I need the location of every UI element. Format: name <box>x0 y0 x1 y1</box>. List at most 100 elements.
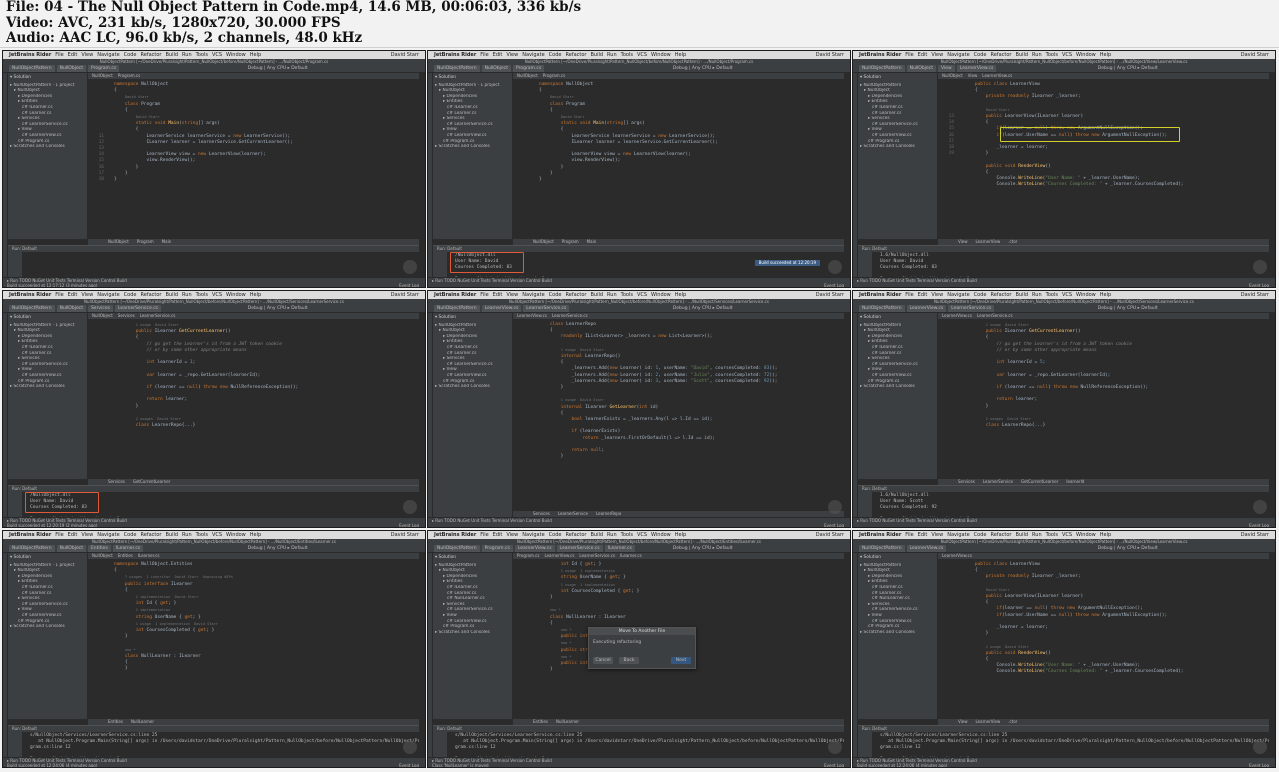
code-area[interactable]: 1 usage David Starr public ILearner GetC… <box>938 319 1269 429</box>
event-log-button[interactable]: Event Log <box>824 763 844 767</box>
menu-item-view[interactable]: View <box>931 52 943 58</box>
breadcrumb-tab[interactable]: Services <box>87 305 113 312</box>
breadcrumb-tab[interactable]: NullObject <box>906 65 936 72</box>
menu-item-navigate[interactable]: Navigate <box>947 292 969 298</box>
breadcrumb-tab[interactable]: Entities <box>87 545 111 552</box>
menu-item-run[interactable]: Run <box>607 52 617 58</box>
menu-item-view[interactable]: View <box>81 532 93 538</box>
breadcrumb-item[interactable]: NullLearner <box>556 719 579 724</box>
breadcrumb-tab[interactable]: View <box>937 65 955 72</box>
menu-item-code[interactable]: Code <box>549 52 562 58</box>
event-log-button[interactable]: Event Log <box>399 763 419 767</box>
menu-item-code[interactable]: Code <box>124 292 137 298</box>
menu-item-run[interactable]: Run <box>182 292 192 298</box>
menu-item-tools[interactable]: Tools <box>621 532 633 538</box>
menu-item-vcs[interactable]: VCS <box>637 52 647 58</box>
menu-item-file[interactable]: File <box>55 532 63 538</box>
menu-item-refactor[interactable]: Refactor <box>565 52 586 58</box>
editor-tab[interactable]: LearnerView.cs <box>982 73 1012 78</box>
tree-node[interactable]: ▸ Scratches and Consoles <box>10 144 85 150</box>
breadcrumb-item[interactable]: Program <box>137 239 154 244</box>
menu-item-tools[interactable]: Tools <box>621 52 633 58</box>
editor-tab[interactable]: Program.cs <box>517 553 539 558</box>
editor-tab[interactable]: ILearner.cs <box>138 553 160 558</box>
solution-header[interactable]: ▾ Solution <box>435 315 510 321</box>
breadcrumb-item[interactable]: Services <box>533 511 550 516</box>
tool-window-buttons[interactable]: ▸ Run TODO NuGet Unit Tests Terminal Ver… <box>432 278 850 283</box>
menu-item-navigate[interactable]: Navigate <box>947 532 969 538</box>
menu-item-build[interactable]: Build <box>590 532 603 538</box>
menu-item-view[interactable]: View <box>506 52 518 58</box>
menu-item-run[interactable]: Run <box>182 532 192 538</box>
run-configuration[interactable]: Debug | Any CPU ▸ Default <box>1098 545 1158 552</box>
menu-item-refactor[interactable]: Refactor <box>140 292 161 298</box>
editor-tab[interactable]: LearnerService.cs <box>552 313 588 318</box>
menu-item-window[interactable]: Window <box>226 52 246 58</box>
breadcrumb-item[interactable]: GetCurrentLearner <box>133 479 170 484</box>
breadcrumb-tab[interactable]: LearnerView.cs <box>514 545 555 552</box>
menu-item-navigate[interactable]: Navigate <box>522 52 544 58</box>
menu-item-tools[interactable]: Tools <box>1046 532 1058 538</box>
menu-item-view[interactable]: View <box>506 532 518 538</box>
menu-item-run[interactable]: Run <box>182 52 192 58</box>
menu-item-vcs[interactable]: VCS <box>637 292 647 298</box>
tool-window-buttons[interactable]: ▸ Run TODO NuGet Unit Tests Terminal Ver… <box>432 518 850 523</box>
next-button[interactable]: Next <box>671 657 691 664</box>
menu-item-window[interactable]: Window <box>651 532 671 538</box>
breadcrumb-tab[interactable]: NullObjectPattern <box>434 305 480 312</box>
breadcrumb-item[interactable]: .ctor <box>1008 239 1017 244</box>
breadcrumb-tab[interactable]: LearnerService.cs <box>948 305 995 312</box>
menu-item-build[interactable]: Build <box>1015 532 1028 538</box>
event-log-button[interactable]: Event Log <box>399 523 419 527</box>
event-log-button[interactable]: Event Log <box>399 283 419 287</box>
menu-item-tools[interactable]: Tools <box>1046 52 1058 58</box>
menu-item-build[interactable]: Build <box>165 292 178 298</box>
tree-node[interactable]: ▸ Scratches and Consoles <box>435 144 510 150</box>
breadcrumb-tab[interactable]: NullObjectPattern <box>434 65 480 72</box>
tree-node[interactable]: ▸ Scratches and Consoles <box>435 384 510 390</box>
menu-item-build[interactable]: Build <box>1015 292 1028 298</box>
code-area[interactable]: 1 usage David Starr public ILearner GetC… <box>88 319 419 429</box>
menu-item-code[interactable]: Code <box>124 532 137 538</box>
editor-tab[interactable]: LearnerView.cs <box>942 553 972 558</box>
breadcrumb-item[interactable]: GetCurrentLearner <box>1021 479 1058 484</box>
breadcrumb-tab[interactable]: NullObjectPattern <box>9 305 55 312</box>
breadcrumb-tab[interactable]: LearnerView.cs <box>906 545 947 552</box>
editor-tab[interactable]: LearnerView.cs <box>517 313 547 318</box>
menu-item-tools[interactable]: Tools <box>196 292 208 298</box>
breadcrumb-tab[interactable]: NullObject <box>481 65 511 72</box>
menu-item-code[interactable]: Code <box>124 52 137 58</box>
menu-item-code[interactable]: Code <box>974 532 987 538</box>
breadcrumb-tab[interactable]: Program.cs <box>512 65 545 72</box>
menu-item-view[interactable]: View <box>506 292 518 298</box>
menu-item-code[interactable]: Code <box>974 52 987 58</box>
breadcrumb-item[interactable]: Program <box>562 239 579 244</box>
event-log-button[interactable]: Event Log <box>1249 523 1269 527</box>
menu-item-vcs[interactable]: VCS <box>212 52 222 58</box>
menu-item-window[interactable]: Window <box>226 292 246 298</box>
breadcrumb-item[interactable]: Main <box>587 239 597 244</box>
breadcrumb-tab[interactable]: ILearner.cs <box>112 545 144 552</box>
run-configuration[interactable]: Debug | Any CPU ▸ Default <box>673 305 733 312</box>
breadcrumb-tab[interactable]: NullObjectPattern <box>9 65 55 72</box>
breadcrumb-item[interactable]: Services <box>108 479 125 484</box>
menu-item-help[interactable]: Help <box>250 292 261 298</box>
run-configuration[interactable]: Debug | Any CPU ▸ Default <box>248 545 308 552</box>
breadcrumb-item[interactable]: Services <box>958 479 975 484</box>
menu-item-edit[interactable]: Edit <box>68 532 78 538</box>
menu-item-view[interactable]: View <box>931 292 943 298</box>
menu-item-window[interactable]: Window <box>1076 292 1096 298</box>
menu-item-tools[interactable]: Tools <box>621 292 633 298</box>
menu-item-file[interactable]: File <box>480 532 488 538</box>
menu-item-code[interactable]: Code <box>549 532 562 538</box>
breadcrumb-tab[interactable]: LearnerView.cs <box>481 305 522 312</box>
solution-header[interactable]: ▾ Solution <box>860 315 935 321</box>
breadcrumb-item[interactable]: LearnerService <box>558 511 588 516</box>
menu-item-navigate[interactable]: Navigate <box>522 532 544 538</box>
menu-item-refactor[interactable]: Refactor <box>565 532 586 538</box>
menu-item-navigate[interactable]: Navigate <box>97 52 119 58</box>
run-configuration[interactable]: Debug | Any CPU ▸ Default <box>248 65 308 72</box>
editor-tab[interactable]: Program.cs <box>118 73 140 78</box>
code-area[interactable]: public class LearnerView { private reado… <box>938 559 1269 676</box>
menu-item-file[interactable]: File <box>480 292 488 298</box>
